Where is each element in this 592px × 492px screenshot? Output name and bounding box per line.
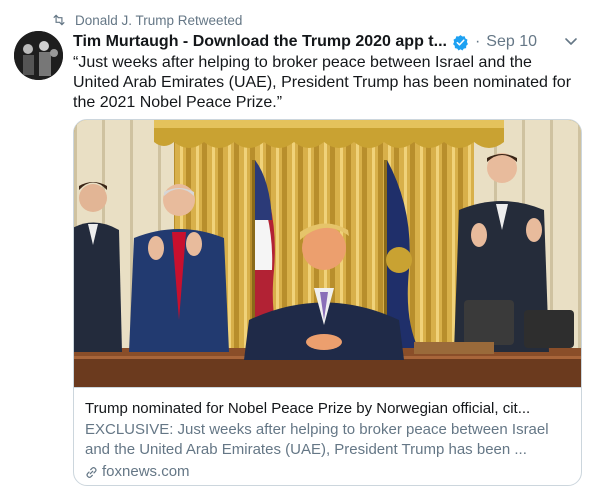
link-card[interactable]: Trump nominated for Nobel Peace Prize by… <box>73 119 582 486</box>
verified-badge-icon <box>453 34 468 51</box>
chevron-down-icon[interactable] <box>563 33 579 49</box>
card-domain-text: foxnews.com <box>102 463 190 480</box>
tweet-header: Tim Murtaugh - Download the Trump 2020 a… <box>73 31 585 53</box>
display-name[interactable]: Tim Murtaugh - Download the Trump 2020 a… <box>73 33 447 51</box>
card-description-line: and the United Arab Emirates (UAE), Pres… <box>85 441 527 458</box>
separator-dot: · <box>474 33 481 50</box>
card-description-line: EXCLUSIVE: Just weeks after helping to b… <box>85 421 549 438</box>
card-title[interactable]: Trump nominated for Nobel Peace Prize by… <box>85 399 570 419</box>
tweet-date[interactable]: Sep 10 <box>486 33 537 51</box>
retweet-icon <box>53 14 65 26</box>
news-photo <box>74 120 581 387</box>
retweet-label: Donald J. Trump Retweeted <box>75 12 243 28</box>
retweet-context[interactable]: Donald J. Trump Retweeted <box>52 11 242 29</box>
link-icon <box>86 466 97 478</box>
avatar-icon <box>14 31 63 80</box>
tweet-text: “Just weeks after helping to broker peac… <box>73 54 572 111</box>
card-image[interactable] <box>74 120 581 387</box>
card-body[interactable]: Trump nominated for Nobel Peace Prize by… <box>74 387 581 485</box>
card-description: EXCLUSIVE: Just weeks after helping to b… <box>85 420 570 460</box>
card-domain[interactable]: foxnews.com <box>85 462 570 482</box>
avatar[interactable] <box>14 31 63 80</box>
